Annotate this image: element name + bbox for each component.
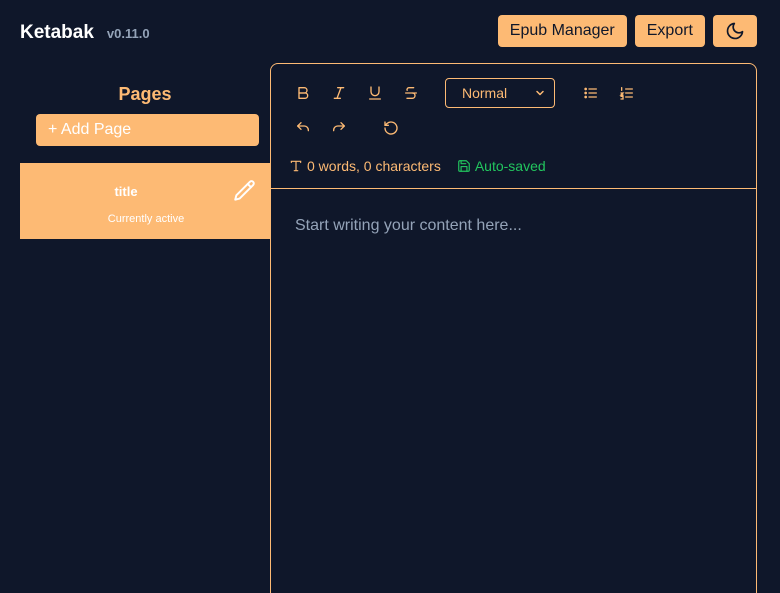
- bold-icon: [298, 87, 309, 99]
- underline-icon: [369, 86, 381, 100]
- save-icon: [458, 160, 470, 172]
- word-count-text: 0 words, 0 characters: [307, 158, 441, 174]
- autosave-status: Auto-saved: [457, 158, 546, 174]
- editor-panel: Normal 0 words, 0 characters Auto-saved: [270, 63, 757, 593]
- epub-manager-button[interactable]: Epub Manager: [497, 15, 627, 47]
- pages-sidebar: Pages + Add Page title Currently active: [20, 64, 270, 239]
- strikethrough-icon: [405, 87, 417, 99]
- toolbar-divider: [271, 188, 756, 189]
- numbered-list-icon: [619, 87, 633, 100]
- toolbar-row-format: Normal: [289, 78, 641, 108]
- toolbar-row-history: [289, 114, 405, 142]
- format-select[interactable]: Normal: [445, 78, 555, 108]
- word-count: 0 words, 0 characters: [289, 158, 441, 174]
- redo-icon: [333, 122, 345, 132]
- strikethrough-button[interactable]: [397, 79, 425, 107]
- page-item-active[interactable]: title Currently active: [20, 163, 270, 239]
- export-button[interactable]: Export: [634, 15, 705, 47]
- pages-heading: Pages: [118, 84, 172, 104]
- undo-button[interactable]: [289, 114, 317, 142]
- history-button[interactable]: [377, 114, 405, 142]
- editor-stats: 0 words, 0 characters Auto-saved: [289, 158, 546, 174]
- format-select-value: Normal: [462, 85, 508, 101]
- moon-icon: [726, 22, 744, 40]
- brand: Ketabak v0.11.0: [20, 22, 150, 44]
- app-version: v0.11.0: [106, 26, 150, 41]
- edit-pencil-icon[interactable]: [232, 178, 258, 204]
- text-type-icon: [290, 160, 302, 172]
- underline-button[interactable]: [361, 79, 389, 107]
- theme-toggle-button[interactable]: [713, 15, 757, 47]
- add-page-button[interactable]: + Add Page: [36, 114, 259, 146]
- undo-icon: [297, 122, 309, 132]
- autosave-text: Auto-saved: [474, 158, 546, 174]
- italic-icon: [333, 87, 345, 99]
- app-title: Ketabak: [20, 22, 94, 43]
- history-icon: [384, 121, 398, 135]
- bullet-list-icon: [584, 87, 597, 99]
- editor-content-area[interactable]: Start writing your content here...: [295, 217, 522, 235]
- italic-button[interactable]: [325, 79, 353, 107]
- chevron-down-icon: [536, 90, 544, 96]
- header-actions: Epub Manager Export: [497, 15, 757, 47]
- numbered-list-button[interactable]: [613, 79, 641, 107]
- page-item-status: Currently active: [107, 213, 185, 225]
- bold-button[interactable]: [289, 79, 317, 107]
- redo-button[interactable]: [325, 114, 353, 142]
- bullet-list-button[interactable]: [577, 79, 605, 107]
- page-item-title: title: [114, 184, 138, 199]
